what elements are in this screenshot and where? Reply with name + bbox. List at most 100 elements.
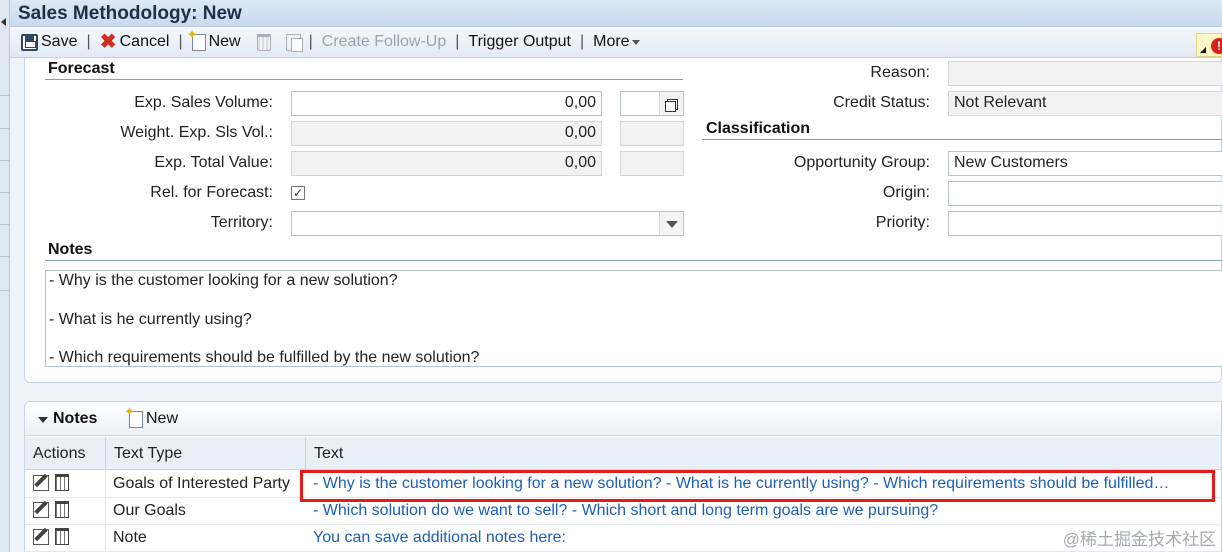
copy-icon: [285, 33, 303, 52]
strip-divider: [0, 256, 10, 257]
opportunity-group-field[interactable]: New Customers: [948, 151, 1222, 176]
note-text-link[interactable]: You can save additional notes here:: [313, 529, 566, 547]
weight-exp-sls-vol-label: Weight. Exp. Sls Vol.:: [120, 124, 273, 141]
copy-button[interactable]: [283, 33, 307, 52]
territory-label: Territory:: [210, 214, 273, 231]
column-header-text-type[interactable]: Text Type: [114, 445, 182, 463]
new-label: New: [208, 33, 241, 50]
save-label: Save: [41, 33, 78, 50]
text-type-cell: Note: [113, 529, 147, 546]
credit-status-field: Not Relevant: [948, 91, 1222, 116]
credit-status-label: Credit Status:: [833, 94, 930, 111]
notes-block-header: Notes New: [25, 402, 1221, 436]
strip-divider: [0, 224, 10, 225]
weight-unit-field: [620, 121, 684, 146]
toolbar-separator: |: [308, 33, 313, 50]
chevron-down-icon[interactable]: [659, 212, 683, 235]
collapse-left-icon[interactable]: [1, 18, 6, 26]
currency-field[interactable]: [620, 91, 684, 116]
trigger-output-button[interactable]: Trigger Output: [465, 33, 574, 51]
strip-divider: [0, 128, 10, 129]
toolbar-separator: |: [579, 33, 585, 50]
priority-label: Priority:: [875, 214, 930, 231]
origin-label: Origin:: [882, 184, 930, 201]
total-unit-field: [620, 151, 684, 176]
rel-for-forecast-checkbox[interactable]: ✓: [291, 186, 305, 200]
column-separator: [105, 437, 106, 470]
new-button[interactable]: New: [187, 27, 244, 51]
table-row: Our Goals - Which solution do we want to…: [25, 498, 1221, 525]
resize-corner-icon: [1200, 47, 1206, 53]
column-header-text[interactable]: Text: [314, 445, 343, 463]
trash-icon[interactable]: [55, 501, 69, 518]
notes-divider: [45, 260, 1222, 261]
reason-field: [948, 61, 1222, 86]
window-titlebar: Sales Methodology: New: [10, 0, 1222, 27]
notes-line: - What is he currently using?: [49, 311, 252, 328]
save-button[interactable]: Save: [18, 33, 80, 51]
toolbar-separator: |: [455, 33, 460, 50]
collapse-icon[interactable]: [38, 417, 48, 423]
notes-line: - Which requirements should be fulfilled…: [49, 349, 480, 366]
rel-for-forecast-label: Rel. for Forecast:: [150, 184, 273, 201]
exp-total-value-field: 0,00: [291, 151, 602, 176]
page-title: Sales Methodology: New: [18, 3, 242, 24]
cancel-label: Cancel: [119, 33, 170, 50]
edit-icon[interactable]: [33, 529, 49, 545]
value-help-icon[interactable]: [659, 92, 683, 115]
notes-textarea[interactable]: - Why is the customer looking for a new …: [45, 270, 1222, 367]
toolbar: Save | ✖ Cancel | New | Create Follow-Up…: [10, 27, 1222, 58]
text-type-cell: Goals of Interested Party: [113, 475, 290, 492]
new-document-icon: [187, 27, 206, 51]
more-menu-button[interactable]: More: [590, 33, 642, 51]
trash-icon[interactable]: [55, 474, 69, 491]
notes-line: - Why is the customer looking for a new …: [49, 272, 398, 289]
exp-sales-volume-input[interactable]: 0,00: [291, 91, 602, 116]
left-collapse-strip[interactable]: [0, 0, 10, 552]
opportunity-group-label: Opportunity Group:: [793, 154, 930, 171]
strip-divider: [0, 95, 10, 96]
origin-field[interactable]: [948, 181, 1222, 206]
column-header-actions[interactable]: Actions: [33, 445, 85, 463]
error-icon: !: [1211, 38, 1222, 54]
text-type-cell: Our Goals: [113, 502, 186, 519]
new-note-button[interactable]: New: [124, 404, 179, 428]
exp-total-value-label: Exp. Total Value:: [154, 154, 273, 171]
highlight-box: [300, 470, 1215, 502]
strip-divider: [0, 290, 10, 291]
edit-icon[interactable]: [33, 475, 49, 491]
trigger-output-label: Trigger Output: [468, 33, 571, 50]
notes-block-title: Notes: [53, 410, 98, 427]
classification-divider: [702, 139, 1222, 140]
trash-icon[interactable]: [55, 528, 69, 545]
toolbar-separator: |: [86, 33, 91, 50]
exp-sales-volume-label: Exp. Sales Volume:: [134, 94, 273, 111]
strip-divider: [0, 160, 10, 161]
column-separator: [105, 498, 106, 525]
notes-table-header: Actions Text Type Text: [25, 437, 1221, 470]
watermark: @稀土掘金技术社区: [1062, 530, 1216, 549]
column-separator: [305, 437, 306, 470]
edit-icon[interactable]: [33, 502, 49, 518]
message-indicator[interactable]: !: [1196, 33, 1222, 57]
notes-heading: Notes: [48, 241, 93, 258]
more-label: More: [593, 33, 630, 50]
column-separator: [105, 471, 106, 498]
note-text-link[interactable]: - Which solution do we want to sell? - W…: [313, 502, 938, 520]
create-follow-up-button[interactable]: Create Follow-Up: [319, 33, 449, 51]
strip-divider: [0, 192, 10, 193]
trash-icon: [256, 33, 271, 51]
column-separator: [105, 525, 106, 552]
new-note-label: New: [146, 410, 179, 427]
cancel-icon: ✖: [99, 30, 117, 53]
save-icon: [21, 33, 38, 51]
cancel-button[interactable]: ✖ Cancel: [97, 30, 173, 53]
priority-field[interactable]: [948, 211, 1222, 236]
create-follow-up-label: Create Follow-Up: [321, 33, 447, 50]
table-row: Note You can save additional notes here:: [25, 525, 1221, 552]
forecast-divider: [45, 79, 683, 80]
territory-select[interactable]: [291, 211, 684, 236]
delete-button[interactable]: [254, 33, 277, 51]
reason-label: Reason:: [870, 64, 930, 81]
chevron-down-icon: [631, 39, 640, 45]
